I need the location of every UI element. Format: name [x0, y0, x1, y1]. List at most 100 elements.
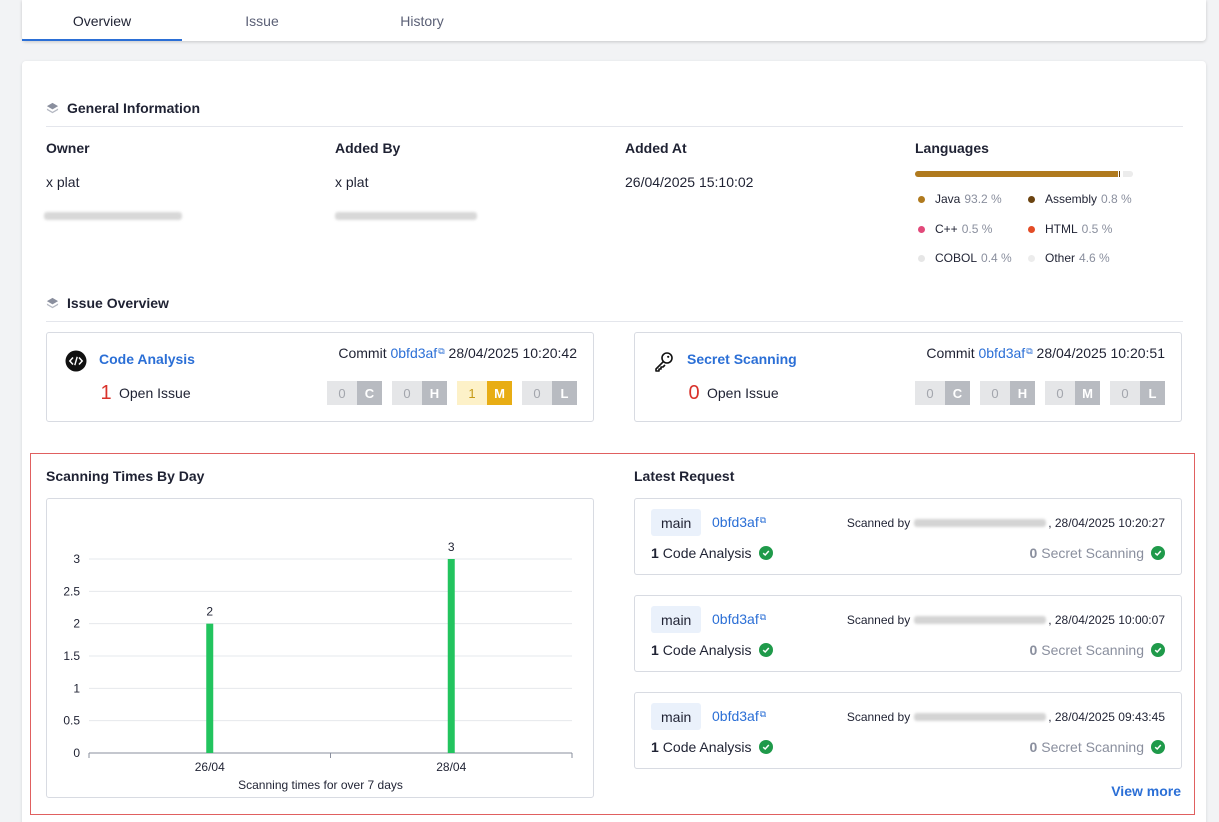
- severity-high: 0H: [980, 381, 1035, 405]
- external-link-icon: ⧉: [1026, 346, 1033, 356]
- view-more-link[interactable]: View more: [1111, 783, 1181, 799]
- severity-medium: 0M: [1045, 381, 1100, 405]
- y-tick-label: 1.5: [63, 649, 80, 663]
- lang-pct: 0.8 %: [1101, 192, 1132, 206]
- severity-letter: M: [487, 381, 512, 405]
- lang-pct: 93.2 %: [964, 192, 1002, 206]
- commit-hash-link[interactable]: 0bfd3af: [978, 345, 1025, 361]
- lang-name: COBOL: [935, 251, 978, 265]
- severity-letter: H: [1010, 381, 1035, 405]
- scan-time: , 28/04/2025 10:20:27: [1048, 516, 1165, 530]
- secret-scanning-link[interactable]: Secret Scanning: [687, 351, 797, 367]
- divider: [46, 126, 1183, 127]
- tab-history[interactable]: History: [342, 0, 502, 41]
- added-by-name: x plat: [335, 174, 369, 190]
- external-link-icon: ⧉: [438, 346, 445, 356]
- severity-badges: 0C 0H 1M 0L: [317, 381, 577, 405]
- scan-time: , 28/04/2025 09:43:45: [1048, 710, 1165, 724]
- lang-pct: 4.6 %: [1079, 251, 1110, 265]
- scanner-email-redacted: [914, 713, 1047, 721]
- severity-medium: 1M: [457, 381, 512, 405]
- commit-info: 0bfd3af⧉: [712, 708, 766, 724]
- secret-count: 0: [1029, 642, 1038, 658]
- severity-count: 0: [980, 381, 1010, 405]
- tab-overview[interactable]: Overview: [22, 0, 182, 41]
- scan-time: , 28/04/2025 10:00:07: [1048, 613, 1165, 627]
- y-tick-label: 0: [73, 746, 80, 760]
- check-circle-icon: [1151, 740, 1165, 754]
- secret-count: 0: [1029, 739, 1038, 755]
- y-tick-label: 3: [73, 552, 80, 566]
- commit-hash-link[interactable]: 0bfd3af: [712, 708, 759, 724]
- added-at-label: Added At: [625, 140, 687, 156]
- secret-label: Secret Scanning: [1041, 739, 1144, 755]
- lang-pct: 0.4 %: [981, 251, 1012, 265]
- lang-name: HTML: [1045, 222, 1078, 236]
- secret-label: Secret Scanning: [1041, 545, 1144, 561]
- open-issue-label: Open Issue: [707, 385, 779, 401]
- languages-label: Languages: [915, 140, 989, 156]
- external-link-icon: ⧉: [759, 515, 767, 525]
- severity-critical: 0C: [915, 381, 970, 405]
- scanned-info: Scanned by , 28/04/2025 09:43:45: [847, 710, 1165, 724]
- bar-chart: 0 0.5 1 1.5 2 2.5 3 2 26/04 3 28/04 Scanning times …: [63, 540, 573, 792]
- x-axis-caption: Scanning times for over 7 days: [238, 778, 403, 792]
- lang-item-html: HTML 0.5 %: [1028, 222, 1112, 236]
- check-circle-icon: [758, 546, 773, 560]
- code-label: Code Analysis: [662, 739, 752, 755]
- secret-scanning-status: 0 Secret Scanning: [1029, 642, 1165, 658]
- tab-issue[interactable]: Issue: [182, 0, 342, 41]
- y-tick-label: 2: [73, 617, 80, 631]
- severity-letter: M: [1075, 381, 1100, 405]
- layers-icon: [46, 102, 59, 113]
- secret-scanning-card: Secret Scanning Commit 0bfd3af⧉ 28/04/20…: [634, 332, 1182, 422]
- bar-data-label: 3: [448, 540, 455, 554]
- code-analysis-card: Code Analysis Commit 0bfd3af⧉ 28/04/2025…: [46, 332, 594, 422]
- commit-hash-link[interactable]: 0bfd3af: [390, 345, 437, 361]
- lang-name: Assembly: [1045, 192, 1098, 206]
- severity-letter: H: [422, 381, 447, 405]
- check-circle-icon: [1151, 546, 1165, 560]
- lang-segment: [1122, 171, 1133, 177]
- commit-label: Commit: [338, 345, 387, 361]
- lang-name: Other: [1045, 251, 1076, 265]
- scanned-by-label: Scanned by: [846, 710, 911, 724]
- divider: [46, 321, 1183, 322]
- commit-info: 0bfd3af⧉: [712, 611, 766, 627]
- severity-count: 1: [457, 381, 487, 405]
- owner-name: x plat: [46, 174, 80, 190]
- scanning-times-chart: 0 0.5 1 1.5 2 2.5 3 2 26/04 3 28/04 Scanning times …: [46, 498, 594, 798]
- code-commit-info: Commit 0bfd3af⧉ 28/04/2025 10:20:42: [338, 345, 577, 361]
- lang-item-other: Other 4.6 %: [1028, 251, 1110, 265]
- request-card[interactable]: main 0bfd3af⧉ Scanned by , 28/04/2025 10…: [634, 498, 1182, 575]
- code-count: 1: [651, 545, 659, 561]
- x-tick-label: 26/04: [195, 760, 225, 774]
- request-card[interactable]: main 0bfd3af⧉ Scanned by , 28/04/2025 10…: [634, 595, 1182, 672]
- secret-count: 0: [1029, 545, 1038, 561]
- scanned-by-label: Scanned by: [846, 613, 911, 627]
- commit-time: 28/04/2025 10:20:51: [1036, 345, 1165, 361]
- severity-count: 0: [1045, 381, 1075, 405]
- secret-scanning-status: 0 Secret Scanning: [1029, 545, 1165, 561]
- issue-overview-title: Issue Overview: [67, 295, 169, 311]
- severity-low: 0L: [1110, 381, 1165, 405]
- y-tick-label: 2.5: [63, 584, 80, 598]
- secret-label: Secret Scanning: [1041, 642, 1144, 658]
- code-analysis-link[interactable]: Code Analysis: [99, 351, 195, 367]
- check-circle-icon: [758, 740, 773, 754]
- code-count: 1: [651, 739, 659, 755]
- scanned-by-label: Scanned by: [846, 516, 911, 530]
- commit-hash-link[interactable]: 0bfd3af: [712, 611, 759, 627]
- code-label: Code Analysis: [662, 545, 752, 561]
- severity-count: 0: [392, 381, 422, 405]
- severity-letter: L: [1140, 381, 1165, 405]
- lang-dot: [1028, 195, 1035, 203]
- commit-hash-link[interactable]: 0bfd3af: [712, 514, 759, 530]
- branch-tag: main: [651, 703, 702, 730]
- severity-count: 0: [327, 381, 357, 405]
- general-info-title: General Information: [67, 100, 201, 116]
- lang-item-cobol: COBOL 0.4 %: [918, 251, 1012, 265]
- code-analysis-status: 1 Code Analysis: [651, 739, 773, 755]
- added-by-label: Added By: [335, 140, 401, 156]
- request-card[interactable]: main 0bfd3af⧉ Scanned by , 28/04/2025 09…: [634, 692, 1182, 769]
